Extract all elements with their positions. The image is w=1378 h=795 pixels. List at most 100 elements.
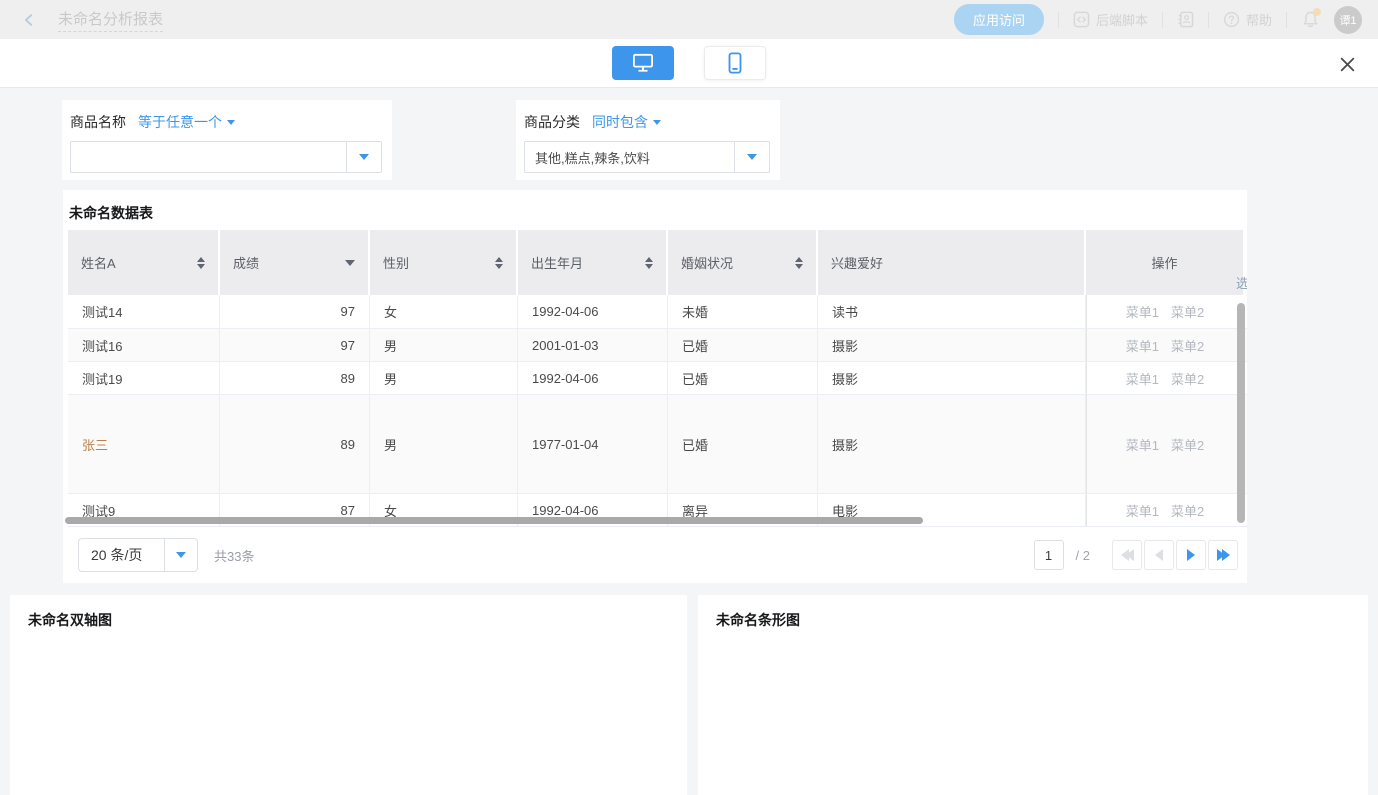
sort-icon[interactable]: [197, 257, 205, 269]
menu2-link[interactable]: 菜单2: [1171, 336, 1204, 355]
contacts-button[interactable]: [1177, 11, 1194, 28]
menu1-link[interactable]: 菜单1: [1126, 336, 1159, 355]
filter-operator-dropdown[interactable]: 等于任意一个: [138, 112, 235, 132]
column-header-score[interactable]: 成绩: [220, 230, 368, 295]
report-title[interactable]: 未命名分析报表: [58, 8, 163, 32]
filter-value-select[interactable]: [70, 141, 382, 173]
last-page-button[interactable]: [1208, 540, 1238, 570]
page-size-select[interactable]: 20 条/页: [78, 538, 198, 572]
desktop-view-button[interactable]: [612, 46, 674, 80]
mobile-view-button[interactable]: [704, 46, 766, 80]
page-number-input[interactable]: [1034, 540, 1064, 570]
menu2-link[interactable]: 菜单2: [1171, 435, 1204, 454]
cell-marital: 未婚: [668, 295, 818, 328]
filter-operator-label: 同时包含: [592, 112, 648, 132]
next-page-button[interactable]: [1176, 540, 1206, 570]
help-label: 帮助: [1246, 10, 1272, 29]
cell-name: 测试19: [68, 362, 220, 394]
menu2-link[interactable]: 菜单2: [1171, 501, 1204, 520]
column-header-hobby[interactable]: 兴趣爱好: [818, 230, 1084, 295]
filter-operator-dropdown[interactable]: 同时包含: [592, 112, 661, 132]
cell-score: 89: [220, 362, 370, 394]
cell-name: 测试16: [68, 329, 220, 361]
chevron-down-icon: [653, 120, 661, 125]
chart-title: 未命名条形图: [716, 610, 1368, 630]
select-caret-box: [164, 539, 197, 571]
code-icon: [1073, 11, 1090, 28]
filter-label: 商品名称: [70, 112, 126, 132]
filter-value: 其他,糕点,辣条,饮料: [525, 148, 734, 167]
table-row[interactable]: 测试19 89 男 1992-04-06 已婚 摄影 菜单1 菜单2: [68, 362, 1247, 395]
sort-icon[interactable]: [495, 257, 503, 269]
notifications-button[interactable]: [1301, 10, 1320, 29]
filter-value-select[interactable]: 其他,糕点,辣条,饮料: [524, 141, 770, 173]
cell-name: 测试14: [68, 295, 220, 328]
first-page-button[interactable]: [1112, 540, 1142, 570]
chevron-down-icon: [747, 154, 757, 160]
sort-icon[interactable]: [795, 257, 803, 269]
cell-gender: 男: [370, 362, 518, 394]
backend-script-button[interactable]: 后端脚本: [1073, 10, 1148, 29]
prev-page-button[interactable]: [1144, 540, 1174, 570]
cell-hobby: 摄影: [818, 329, 1086, 361]
column-label: 姓名A: [81, 253, 116, 272]
menu2-link[interactable]: 菜单2: [1171, 369, 1204, 388]
sort-icon[interactable]: [645, 257, 653, 269]
app-access-button[interactable]: 应用访问: [954, 4, 1044, 35]
pagination-bar: 20 条/页 共33条 / 2: [63, 527, 1247, 583]
close-preview-button[interactable]: [1336, 53, 1358, 75]
table-header-row: 姓名A 成绩 性别 出生年月 婚姻状况 兴趣爱好 操作: [63, 230, 1247, 295]
help-button[interactable]: 帮助: [1223, 10, 1272, 29]
cell-score: 97: [220, 329, 370, 361]
column-label: 性别: [383, 253, 409, 272]
cell-hobby: 读书: [818, 295, 1086, 328]
double-chevron-right-icon: [1217, 549, 1230, 561]
cell-score: 89: [220, 395, 370, 493]
record-link[interactable]: 张三: [82, 435, 108, 454]
menu1-link[interactable]: 菜单1: [1126, 369, 1159, 388]
sort-desc-icon[interactable]: [345, 260, 355, 266]
avatar[interactable]: 谭1: [1334, 6, 1362, 34]
double-chevron-left-icon: [1121, 549, 1134, 561]
cell-marital: 已婚: [668, 362, 818, 394]
table-body: 测试14 97 女 1992-04-06 未婚 读书 菜单1 菜单2 测试16 …: [63, 295, 1247, 527]
back-button[interactable]: [18, 9, 40, 31]
column-header-birth[interactable]: 出生年月: [518, 230, 666, 295]
page-size-value: 20 条/页: [79, 545, 164, 565]
dual-axis-chart-card[interactable]: 未命名双轴图: [10, 595, 687, 795]
table-row[interactable]: 测试16 97 男 2001-01-03 已婚 摄影 菜单1 菜单2: [68, 329, 1247, 362]
cell-gender: 女: [370, 295, 518, 328]
menu1-link[interactable]: 菜单1: [1126, 302, 1159, 321]
menu1-link[interactable]: 菜单1: [1126, 435, 1159, 454]
data-table-card: 未命名数据表 姓名A 成绩 性别 出生年月 婚姻状况 兴趣爱好 操作 选: [63, 190, 1247, 583]
cell-actions: 菜单1 菜单2: [1086, 329, 1243, 361]
column-label: 婚姻状况: [681, 253, 733, 272]
chevron-down-icon: [176, 552, 186, 558]
cell-hobby: 摄影: [818, 362, 1086, 394]
preview-toolbar: [0, 39, 1378, 88]
total-pages: / 2: [1076, 548, 1090, 563]
clipped-column-settings[interactable]: 选: [1236, 273, 1247, 289]
chevron-down-icon: [359, 154, 369, 160]
chevron-left-icon: [1155, 549, 1163, 561]
column-header-gender[interactable]: 性别: [370, 230, 516, 295]
column-header-marital[interactable]: 婚姻状况: [668, 230, 816, 295]
cell-gender: 男: [370, 329, 518, 361]
cell-birth: 1992-04-06: [518, 295, 668, 328]
cell-name: 张三: [68, 395, 220, 493]
cell-actions: 菜单1 菜单2: [1086, 362, 1243, 394]
table-row[interactable]: 张三 89 男 1977-01-04 已婚 摄影 菜单1 菜单2: [68, 395, 1247, 494]
divider: [1058, 12, 1059, 28]
menu1-link[interactable]: 菜单1: [1126, 501, 1159, 520]
table-row[interactable]: 测试14 97 女 1992-04-06 未婚 读书 菜单1 菜单2: [68, 295, 1247, 329]
column-header-name[interactable]: 姓名A: [68, 230, 218, 295]
vertical-scrollbar[interactable]: [1237, 303, 1245, 523]
horizontal-scrollbar[interactable]: [65, 517, 923, 524]
bar-chart-card[interactable]: 未命名条形图: [698, 595, 1368, 795]
backend-script-label: 后端脚本: [1096, 10, 1148, 29]
cell-marital: 已婚: [668, 395, 818, 493]
cell-score: 97: [220, 295, 370, 328]
column-label: 成绩: [233, 253, 259, 272]
filter-card-product-category: 商品分类 同时包含 其他,糕点,辣条,饮料: [516, 100, 780, 180]
menu2-link[interactable]: 菜单2: [1171, 302, 1204, 321]
